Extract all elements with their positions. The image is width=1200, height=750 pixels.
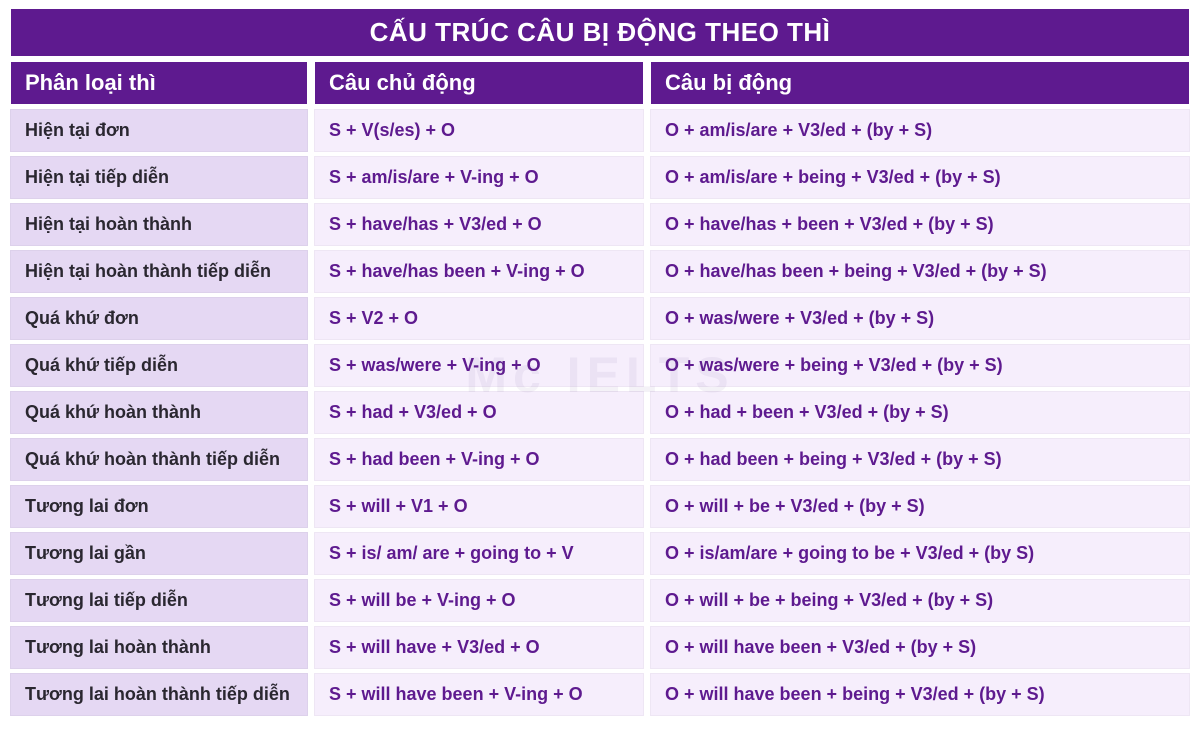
- table-row: Quá khứ hoàn thành tiếp diễnS + had been…: [10, 438, 1190, 481]
- active-voice-cell: S + will be + V-ing + O: [314, 579, 644, 622]
- passive-voice-cell: O + will + be + being + V3/ed + (by + S): [650, 579, 1190, 622]
- passive-voice-cell: O + had + been + V3/ed + (by + S): [650, 391, 1190, 434]
- table-row: Hiện tại hoàn thànhS + have/has + V3/ed …: [10, 203, 1190, 246]
- passive-voice-cell: O + will have been + being + V3/ed + (by…: [650, 673, 1190, 716]
- tense-cell: Tương lai đơn: [10, 485, 308, 528]
- table-row: Quá khứ đơnS + V2 + OO + was/were + V3/e…: [10, 297, 1190, 340]
- active-voice-cell: S + will + V1 + O: [314, 485, 644, 528]
- active-voice-cell: S + V2 + O: [314, 297, 644, 340]
- tense-cell: Quá khứ đơn: [10, 297, 308, 340]
- table-title: CẤU TRÚC CÂU BỊ ĐỘNG THEO THÌ: [10, 8, 1190, 57]
- tense-cell: Hiện tại hoàn thành: [10, 203, 308, 246]
- tense-cell: Hiện tại tiếp diễn: [10, 156, 308, 199]
- table-row: Tương lai gầnS + is/ am/ are + going to …: [10, 532, 1190, 575]
- tense-cell: Quá khứ tiếp diễn: [10, 344, 308, 387]
- passive-voice-cell: O + am/is/are + V3/ed + (by + S): [650, 109, 1190, 152]
- table-row: Hiện tại hoàn thành tiếp diễnS + have/ha…: [10, 250, 1190, 293]
- table-row: Quá khứ tiếp diễnS + was/were + V-ing + …: [10, 344, 1190, 387]
- active-voice-cell: S + was/were + V-ing + O: [314, 344, 644, 387]
- tense-cell: Quá khứ hoàn thành tiếp diễn: [10, 438, 308, 481]
- table-header-row: Phân loại thì Câu chủ động Câu bị động: [10, 61, 1190, 105]
- tense-cell: Tương lai hoàn thành: [10, 626, 308, 669]
- passive-voice-cell: O + have/has been + being + V3/ed + (by …: [650, 250, 1190, 293]
- active-voice-cell: S + had been + V-ing + O: [314, 438, 644, 481]
- active-voice-cell: S + have/has + V3/ed + O: [314, 203, 644, 246]
- active-voice-cell: S + V(s/es) + O: [314, 109, 644, 152]
- active-voice-cell: S + have/has been + V-ing + O: [314, 250, 644, 293]
- table-row: Tương lai hoàn thànhS + will have + V3/e…: [10, 626, 1190, 669]
- active-voice-cell: S + will have been + V-ing + O: [314, 673, 644, 716]
- table-row: Hiện tại tiếp diễnS + am/is/are + V-ing …: [10, 156, 1190, 199]
- table-row: Tương lai đơnS + will + V1 + OO + will +…: [10, 485, 1190, 528]
- table-row: Hiện tại đơnS + V(s/es) + OO + am/is/are…: [10, 109, 1190, 152]
- table-row: Quá khứ hoàn thànhS + had + V3/ed + OO +…: [10, 391, 1190, 434]
- active-voice-cell: S + will have + V3/ed + O: [314, 626, 644, 669]
- passive-voice-cell: O + will have been + V3/ed + (by + S): [650, 626, 1190, 669]
- passive-voice-cell: O + is/am/are + going to be + V3/ed + (b…: [650, 532, 1190, 575]
- tense-cell: Tương lai gần: [10, 532, 308, 575]
- tense-cell: Hiện tại đơn: [10, 109, 308, 152]
- active-voice-cell: S + is/ am/ are + going to + V: [314, 532, 644, 575]
- table-row: Tương lai tiếp diễnS + will be + V-ing +…: [10, 579, 1190, 622]
- tense-cell: Tương lai tiếp diễn: [10, 579, 308, 622]
- active-voice-cell: S + am/is/are + V-ing + O: [314, 156, 644, 199]
- tense-cell: Tương lai hoàn thành tiếp diễn: [10, 673, 308, 716]
- table-body: Hiện tại đơnS + V(s/es) + OO + am/is/are…: [10, 109, 1190, 716]
- passive-voice-cell: O + will + be + V3/ed + (by + S): [650, 485, 1190, 528]
- passive-voice-cell: O + was/were + V3/ed + (by + S): [650, 297, 1190, 340]
- tense-cell: Hiện tại hoàn thành tiếp diễn: [10, 250, 308, 293]
- passive-voice-cell: O + had been + being + V3/ed + (by + S): [650, 438, 1190, 481]
- tense-cell: Quá khứ hoàn thành: [10, 391, 308, 434]
- passive-voice-cell: O + have/has + been + V3/ed + (by + S): [650, 203, 1190, 246]
- passive-voice-cell: O + am/is/are + being + V3/ed + (by + S): [650, 156, 1190, 199]
- active-voice-cell: S + had + V3/ed + O: [314, 391, 644, 434]
- table-row: Tương lai hoàn thành tiếp diễnS + will h…: [10, 673, 1190, 716]
- header-passive: Câu bị động: [650, 61, 1190, 105]
- passive-voice-cell: O + was/were + being + V3/ed + (by + S): [650, 344, 1190, 387]
- header-tense: Phân loại thì: [10, 61, 308, 105]
- header-active: Câu chủ động: [314, 61, 644, 105]
